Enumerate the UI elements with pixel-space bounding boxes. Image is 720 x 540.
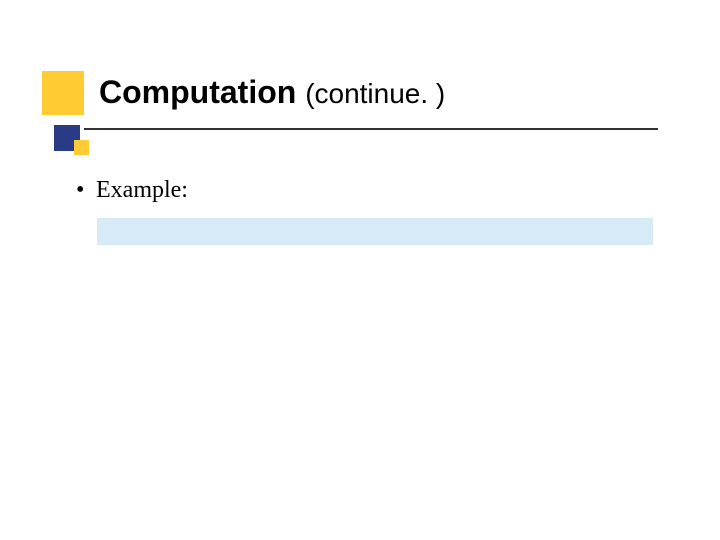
bullet-marker: • [76, 176, 90, 205]
bullet-text: Example: [96, 177, 188, 203]
slide-title: Computation (continue. ) [99, 75, 445, 110]
slide-title-suffix: (continue. ) [305, 78, 445, 109]
decor-square-yellow-small [74, 140, 89, 155]
slide-title-main: Computation [99, 74, 296, 110]
bullet-example: • Example: [76, 176, 188, 205]
decor-square-yellow-large [42, 71, 84, 115]
code-example-box: $ nawk '$3 * $4 > 500' filename [97, 218, 653, 245]
title-underline [84, 128, 658, 130]
